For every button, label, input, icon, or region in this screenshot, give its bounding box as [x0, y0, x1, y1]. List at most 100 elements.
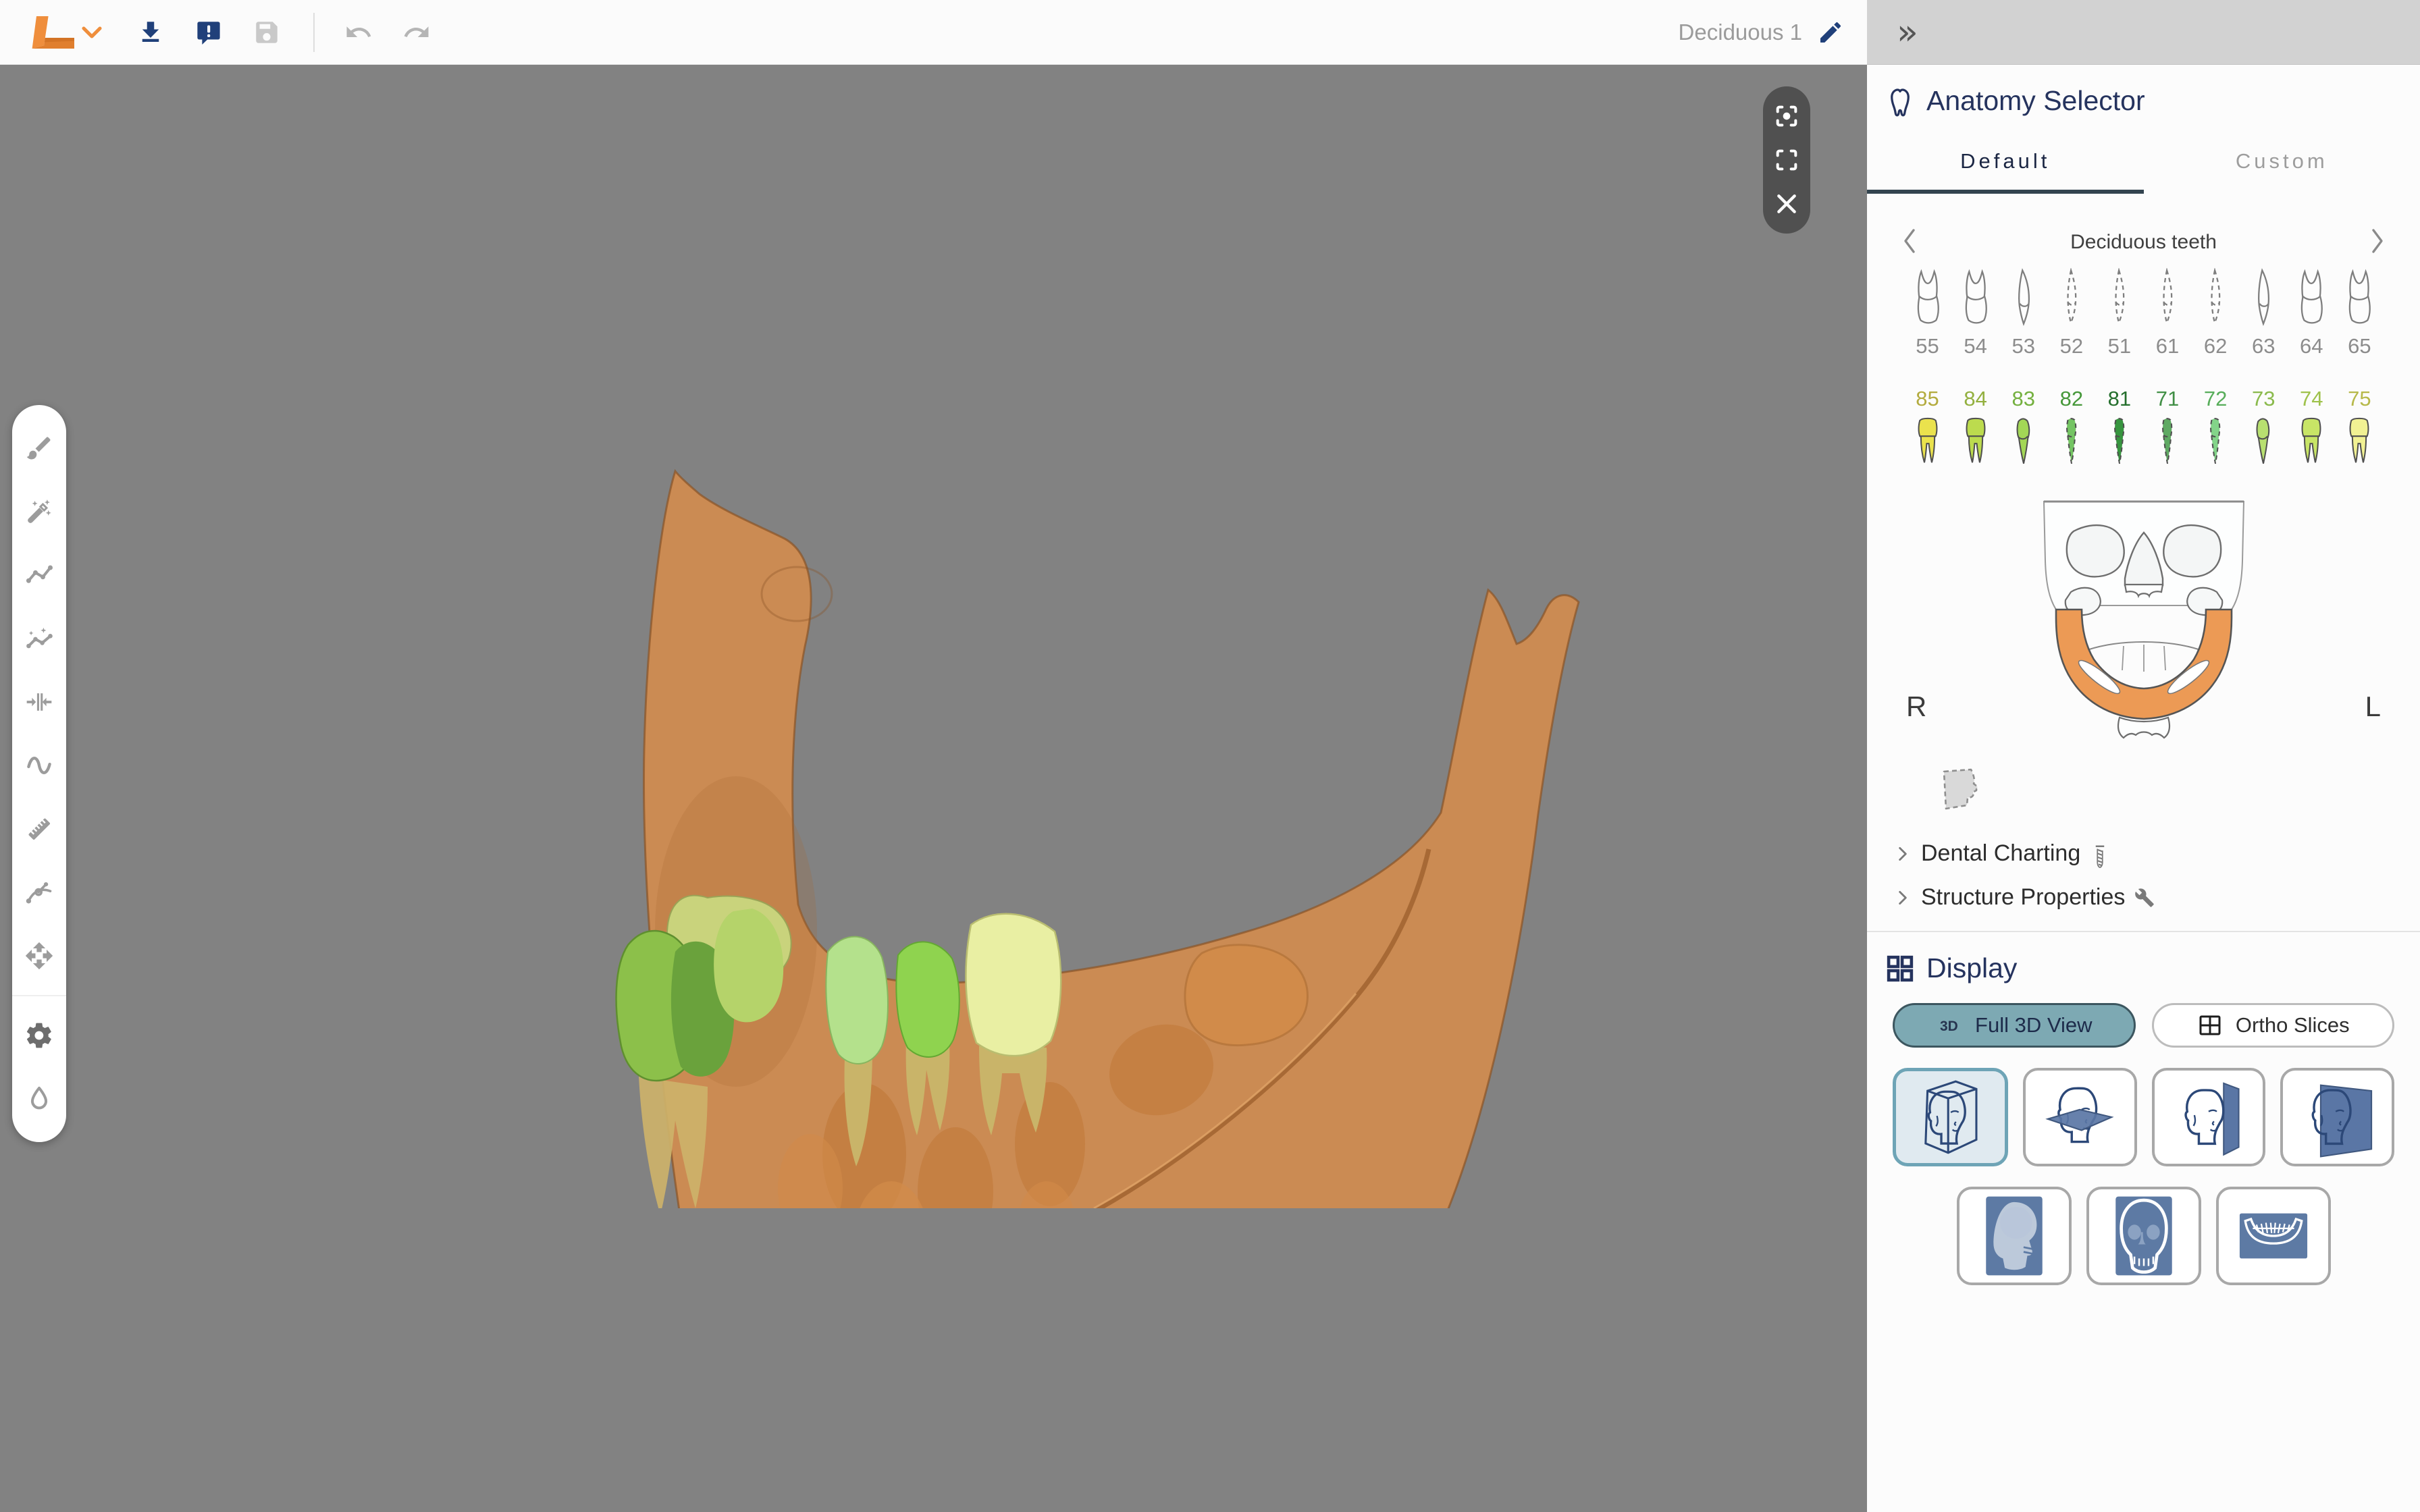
expander-dental-charting[interactable]: Dental Charting	[1894, 840, 2420, 867]
upper-tooth-number: 55	[1903, 334, 1951, 358]
thumb-panoramic-view[interactable]	[2216, 1187, 2331, 1285]
mandible-3d-model[interactable]	[574, 432, 1587, 1208]
viewport-controls	[1763, 86, 1810, 234]
save-button[interactable]	[251, 17, 282, 48]
edit-title-button[interactable]	[1817, 19, 1844, 46]
upper-tooth-number: 51	[2095, 334, 2143, 358]
panel-header-strip: »	[1867, 0, 2420, 65]
lower-tooth-number: 85	[1903, 387, 1951, 411]
tab-custom[interactable]: Custom	[2144, 137, 2420, 194]
magic-wand-tool[interactable]	[24, 497, 54, 526]
side-label-right: R	[1906, 691, 1926, 723]
toolbar-divider	[12, 995, 66, 996]
soft-tissue-toggle[interactable]	[1936, 766, 1989, 823]
thumb-lateral-ceph-view[interactable]	[1957, 1187, 2072, 1285]
wrench-icon	[2134, 888, 2155, 908]
report-alert-button[interactable]	[193, 17, 224, 48]
thumb-axial-slice-view[interactable]	[2023, 1068, 2137, 1166]
segmentation-toolbar	[12, 405, 66, 1142]
3d-viewport[interactable]	[0, 65, 1867, 1512]
lower-tooth-74[interactable]	[2288, 415, 2336, 468]
section-divider	[1867, 931, 2420, 932]
lower-tooth-number: 74	[2288, 387, 2336, 411]
thumb-volume-3d-view[interactable]	[1893, 1068, 2008, 1166]
close-view[interactable]	[1773, 190, 1800, 217]
upper-tooth-number: 63	[2240, 334, 2288, 358]
tab-default[interactable]: Default	[1867, 137, 2144, 194]
move-tool[interactable]	[24, 941, 54, 971]
lower-tooth-84[interactable]	[1951, 415, 1999, 468]
lower-tooth-72[interactable]	[2192, 415, 2240, 468]
upper-tooth-64[interactable]	[2288, 265, 2336, 327]
thumb-sagittal-slice-view[interactable]	[2152, 1068, 2266, 1166]
lower-teeth-numbers: 85848382817172737475	[1867, 387, 2420, 411]
display-title: Display	[1926, 952, 2017, 984]
polyline-tool[interactable]	[24, 560, 54, 590]
upper-tooth-65[interactable]	[2336, 265, 2384, 327]
grid-squares-icon	[1885, 953, 1916, 984]
upper-tooth-54[interactable]	[1951, 265, 1999, 327]
fit-view[interactable]	[1773, 146, 1800, 173]
lower-tooth-number: 82	[2047, 387, 2095, 411]
expander-label: Dental Charting	[1921, 840, 2080, 867]
lower-tooth-number: 72	[2192, 387, 2240, 411]
brand-logo[interactable]	[20, 5, 104, 60]
chevron-right-icon	[1894, 845, 1912, 863]
upper-tooth-52[interactable]	[2047, 265, 2095, 327]
view-thumbs-row1	[1893, 1068, 2394, 1166]
upper-tooth-53[interactable]	[1999, 265, 2047, 327]
lower-tooth-number: 84	[1951, 387, 1999, 411]
skull-diagram[interactable]	[2029, 496, 2259, 743]
thumb-coronal-slice-view[interactable]	[2280, 1068, 2394, 1166]
smart-polyline-tool[interactable]	[24, 624, 54, 653]
lower-tooth-71[interactable]	[2143, 415, 2191, 468]
curve-tool[interactable]	[24, 751, 54, 780]
mode-ortho-slices[interactable]: Ortho Slices	[2152, 1003, 2395, 1048]
side-label-left: L	[2365, 691, 2381, 723]
mode-label: Ortho Slices	[2236, 1013, 2350, 1037]
upper-tooth-55[interactable]	[1903, 265, 1951, 327]
upper-tooth-number: 65	[2336, 334, 2384, 358]
carousel-next-icon[interactable]	[2367, 226, 2388, 256]
upper-tooth-61[interactable]	[2143, 265, 2191, 327]
implant-icon	[2090, 844, 2110, 864]
focus-model[interactable]	[1773, 103, 1800, 130]
snap-edges-tool[interactable]	[24, 687, 54, 717]
spline-tool[interactable]	[24, 878, 54, 907]
top-toolbar: Deciduous 1	[0, 0, 1867, 65]
lower-tooth-number: 81	[2095, 387, 2143, 411]
upper-tooth-63[interactable]	[2240, 265, 2288, 327]
settings-tool[interactable]	[24, 1021, 54, 1050]
mode-full-3d-view[interactable]: 3D Full 3D View	[1893, 1003, 2136, 1048]
lower-tooth-73[interactable]	[2240, 415, 2288, 468]
ruler-tool[interactable]	[24, 814, 54, 844]
display-mode-row: 3D Full 3D View Ortho Slices	[1893, 1003, 2394, 1048]
undo-button[interactable]	[343, 17, 374, 48]
mode-label: Full 3D View	[1975, 1013, 2092, 1037]
lower-tooth-75[interactable]	[2336, 415, 2384, 468]
lower-tooth-82[interactable]	[2047, 415, 2095, 468]
lower-tooth-83[interactable]	[1999, 415, 2047, 468]
opacity-tool[interactable]	[24, 1084, 54, 1114]
lower-tooth-81[interactable]	[2095, 415, 2143, 468]
collapse-panel-button[interactable]: »	[1897, 15, 1918, 50]
svg-text:3D: 3D	[1940, 1019, 1958, 1034]
upper-tooth-number: 62	[2192, 334, 2240, 358]
anatomy-selector-title: Anatomy Selector	[1926, 85, 2145, 117]
lower-tooth-85[interactable]	[1903, 415, 1951, 468]
download-button[interactable]	[135, 17, 166, 48]
teeth-set-carousel: Deciduous teeth	[1867, 225, 2420, 260]
brush-tool[interactable]	[24, 433, 54, 463]
redo-button[interactable]	[401, 17, 432, 48]
thumb-frontal-ceph-view[interactable]	[2086, 1187, 2201, 1285]
tooth-icon	[1885, 86, 1916, 117]
upper-tooth-51[interactable]	[2095, 265, 2143, 327]
lower-teeth-row	[1867, 415, 2420, 469]
anatomy-selector-header: Anatomy Selector	[1885, 85, 2420, 117]
upper-tooth-62[interactable]	[2192, 265, 2240, 327]
carousel-prev-icon[interactable]	[1899, 226, 1920, 256]
jaw-region-selector: R L	[1867, 496, 2420, 746]
lower-tooth-number: 71	[2143, 387, 2191, 411]
expander-structure-properties[interactable]: Structure Properties	[1894, 884, 2420, 911]
right-panel: Anatomy Selector DefaultCustom Deciduous…	[1867, 65, 2420, 1512]
